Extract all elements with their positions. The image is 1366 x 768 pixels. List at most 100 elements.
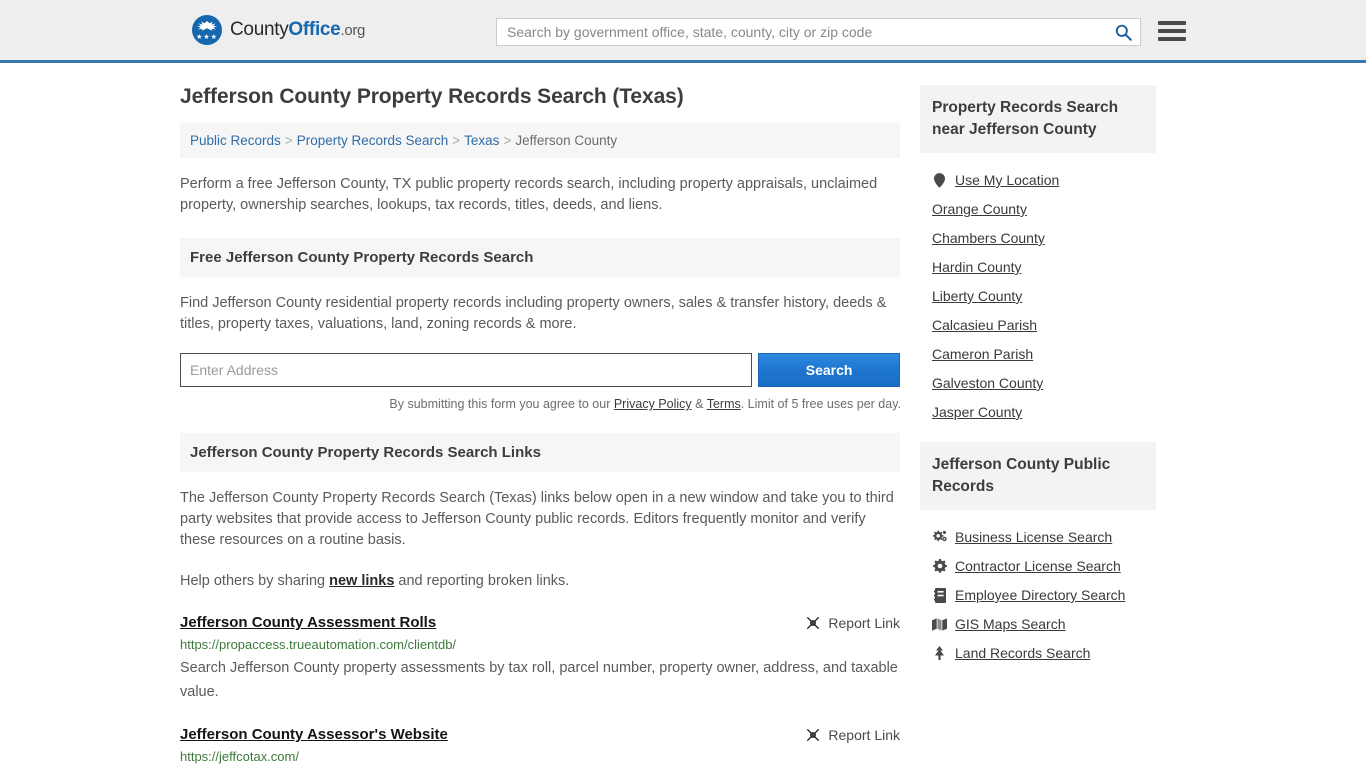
sidebar-public-records-list: Business License Search Contractor Licen…: [920, 510, 1156, 661]
address-book-icon: [932, 588, 947, 603]
list-item: Jefferson County Assessor's Website Repo…: [180, 726, 900, 768]
hamburger-bar: [1158, 37, 1186, 41]
free-search-description: Find Jefferson County residential proper…: [180, 293, 900, 335]
sidebar-item-label[interactable]: GIS Maps Search: [955, 616, 1066, 632]
report-link-label: Report Link: [828, 727, 900, 743]
sidebar-item-chambers-county[interactable]: Chambers County: [932, 230, 1156, 246]
sidebar-item-label[interactable]: Use My Location: [955, 172, 1059, 188]
free-search-heading: Free Jefferson County Property Records S…: [180, 238, 900, 277]
sidebar-item-label[interactable]: Contractor License Search: [955, 558, 1121, 574]
logo-text-org: .org: [340, 22, 365, 39]
sidebar-item-gis-maps-search[interactable]: GIS Maps Search: [932, 616, 1156, 632]
resource-link-url: https://jeffcotax.com/: [180, 749, 900, 764]
resource-link-description: Search Jefferson County property assessm…: [180, 656, 900, 704]
sidebar-item-label[interactable]: Business License Search: [955, 529, 1112, 545]
main-content: Jefferson County Property Records Search…: [180, 63, 900, 768]
global-search-bar[interactable]: [496, 18, 1141, 46]
site-logo[interactable]: ★★★ CountyOffice.org: [192, 15, 365, 45]
share-links-line: Help others by sharing new links and rep…: [180, 571, 900, 592]
search-input[interactable]: [497, 19, 1106, 45]
sidebar-item-label[interactable]: Cameron Parish: [932, 346, 1033, 362]
sidebar-item-label[interactable]: Chambers County: [932, 230, 1045, 246]
disclaimer-prefix: By submitting this form you agree to our: [389, 397, 613, 411]
link-entry-header: Jefferson County Assessment Rolls Report…: [180, 614, 900, 631]
sidebar-nearby-list: Use My Location Orange County Chambers C…: [920, 153, 1156, 420]
sidebar-item-label[interactable]: Employee Directory Search: [955, 587, 1125, 603]
page-title: Jefferson County Property Records Search…: [180, 85, 900, 109]
sidebar-item-label[interactable]: Hardin County: [932, 259, 1022, 275]
cog-icon: [932, 559, 947, 574]
sidebar-item-liberty-county[interactable]: Liberty County: [932, 288, 1156, 304]
privacy-policy-link[interactable]: Privacy Policy: [614, 397, 692, 411]
page-body: Jefferson County Property Records Search…: [0, 63, 1366, 768]
sidebar-item-label[interactable]: Galveston County: [932, 375, 1043, 391]
sidebar-item-galveston-county[interactable]: Galveston County: [932, 375, 1156, 391]
sidebar-item-use-my-location[interactable]: Use My Location: [932, 172, 1156, 188]
sidebar-item-contractor-license-search[interactable]: Contractor License Search: [932, 558, 1156, 574]
breadcrumb: Public Records>Property Records Search>T…: [180, 123, 900, 158]
sidebar-item-label[interactable]: Calcasieu Parish: [932, 317, 1037, 333]
sidebar-item-label[interactable]: Jasper County: [932, 404, 1022, 420]
breadcrumb-item-jefferson-county: Jefferson County: [515, 133, 617, 148]
sidebar-item-jasper-county[interactable]: Jasper County: [932, 404, 1156, 420]
sidebar-item-land-records-search[interactable]: Land Records Search: [932, 645, 1156, 661]
share-suffix: and reporting broken links.: [394, 573, 569, 589]
search-icon: [1115, 24, 1132, 41]
site-header: ★★★ CountyOffice.org: [0, 0, 1366, 63]
share-prefix: Help others by sharing: [180, 573, 329, 589]
map-glyph: [932, 618, 947, 631]
hamburger-menu-icon[interactable]: [1158, 19, 1186, 43]
disclaimer-amp: &: [692, 397, 707, 411]
sidebar-item-business-license-search[interactable]: Business License Search: [932, 529, 1156, 545]
address-book-glyph: [934, 588, 946, 603]
broken-link-icon: [805, 615, 821, 631]
address-search-button[interactable]: Search: [758, 353, 900, 387]
sidebar-item-cameron-parish[interactable]: Cameron Parish: [932, 346, 1156, 362]
sidebar-item-calcasieu-parish[interactable]: Calcasieu Parish: [932, 317, 1156, 333]
sidebar: Property Records Search near Jefferson C…: [920, 63, 1156, 768]
map-pin-icon: [932, 173, 947, 188]
links-section-heading: Jefferson County Property Records Search…: [180, 433, 900, 472]
logo-text-office: Office: [288, 19, 340, 40]
resource-link-title[interactable]: Jefferson County Assessor's Website: [180, 726, 448, 743]
tree-icon: [932, 646, 947, 661]
terms-link[interactable]: Terms: [707, 397, 741, 411]
sidebar-item-label[interactable]: Orange County: [932, 201, 1027, 217]
map-icon: [932, 617, 947, 632]
breadcrumb-item-property-records-search[interactable]: Property Records Search: [297, 133, 449, 148]
sidebar-item-hardin-county[interactable]: Hardin County: [932, 259, 1156, 275]
new-links-link[interactable]: new links: [329, 573, 394, 589]
cogs-glyph: [932, 530, 947, 544]
list-item: Jefferson County Assessment Rolls Report…: [180, 614, 900, 704]
eagle-glyph: [196, 20, 218, 31]
breadcrumb-item-texas[interactable]: Texas: [464, 133, 499, 148]
breadcrumb-separator: >: [499, 133, 515, 148]
breadcrumb-separator: >: [448, 133, 464, 148]
report-link-button[interactable]: Report Link: [805, 615, 900, 631]
cogs-icon: [932, 530, 947, 545]
address-input[interactable]: [180, 353, 752, 387]
link-entry-header: Jefferson County Assessor's Website Repo…: [180, 726, 900, 743]
breadcrumb-item-public-records[interactable]: Public Records: [190, 133, 281, 148]
breadcrumb-separator: >: [281, 133, 297, 148]
disclaimer-suffix: . Limit of 5 free uses per day.: [741, 397, 901, 411]
logo-wordmark: CountyOffice.org: [230, 19, 365, 41]
hamburger-bar: [1158, 21, 1186, 25]
report-link-button[interactable]: Report Link: [805, 727, 900, 743]
search-button[interactable]: [1106, 19, 1140, 45]
logo-text-county: County: [230, 19, 288, 40]
sidebar-item-label[interactable]: Liberty County: [932, 288, 1022, 304]
cog-glyph: [933, 559, 947, 573]
sidebar-item-label[interactable]: Land Records Search: [955, 645, 1090, 661]
sidebar-item-employee-directory-search[interactable]: Employee Directory Search: [932, 587, 1156, 603]
sidebar-public-records-heading: Jefferson County Public Records: [920, 442, 1156, 510]
address-search-form: Search: [180, 353, 900, 387]
eagle-seal-icon: ★★★: [192, 15, 222, 45]
stars-glyph: ★★★: [192, 34, 222, 41]
resource-link-title[interactable]: Jefferson County Assessment Rolls: [180, 614, 436, 631]
resource-link-url: https://propaccess.trueautomation.com/cl…: [180, 637, 900, 652]
sidebar-item-orange-county[interactable]: Orange County: [932, 201, 1156, 217]
tree-glyph: [934, 646, 945, 661]
links-section-description: The Jefferson County Property Records Se…: [180, 488, 900, 551]
form-disclaimer: By submitting this form you agree to our…: [180, 397, 901, 411]
